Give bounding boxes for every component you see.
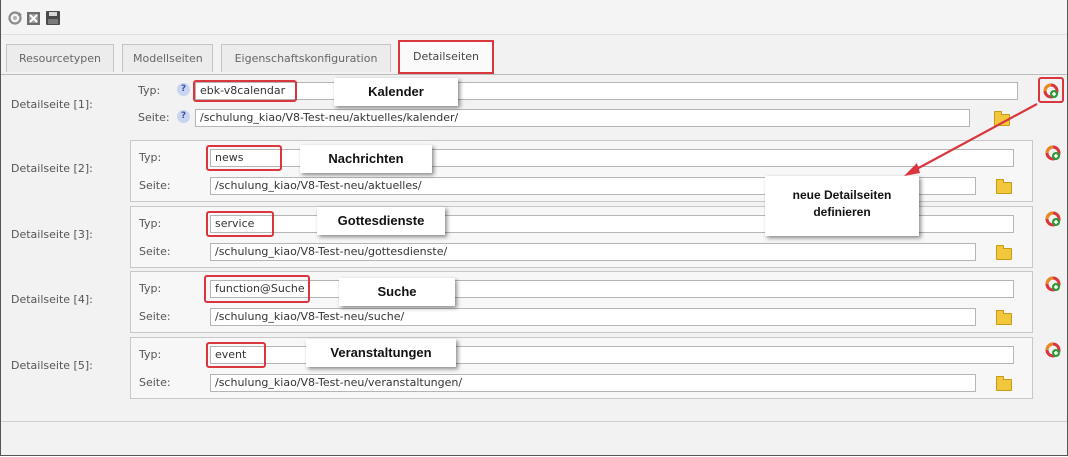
app-frame: Resourcetypen Modellseiten Eigenschaftsk… [0,0,1068,456]
footer-divider [1,421,1067,422]
annotation-arrow [904,103,1038,176]
